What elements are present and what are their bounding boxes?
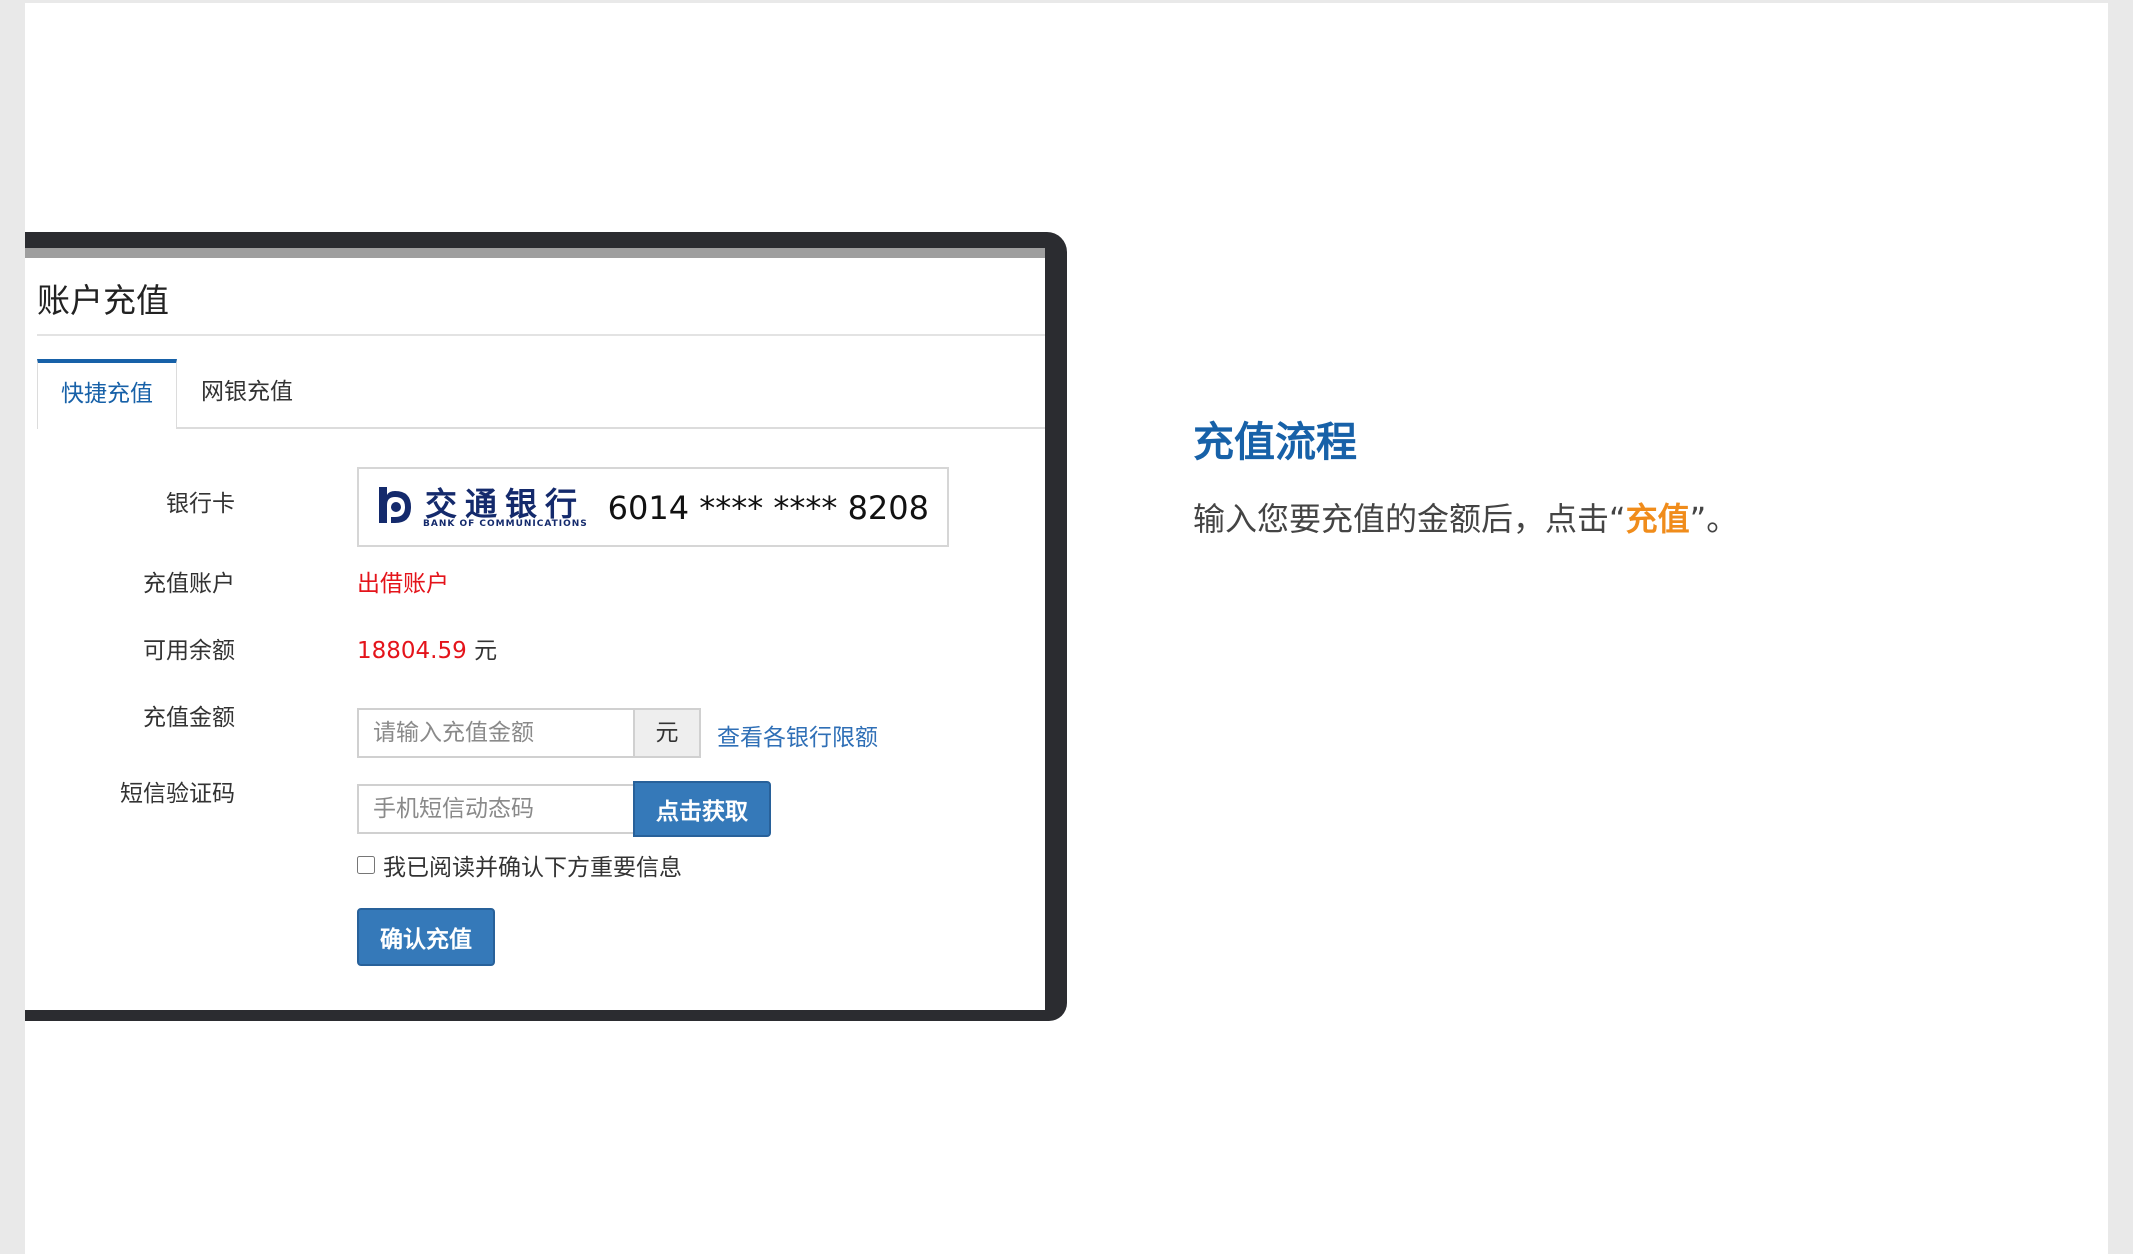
sms-code-input[interactable] [357, 784, 633, 834]
agreement-row: 我已阅读并确认下方重要信息 [357, 850, 682, 881]
process-description-end: ”。 [1689, 500, 1739, 538]
amount-input[interactable] [357, 708, 633, 758]
amount-label: 充值金额 [143, 705, 235, 731]
balance-label: 可用余额 [143, 638, 235, 664]
confirm-recharge-button[interactable]: 确认充值 [357, 908, 495, 966]
tab-quick-recharge[interactable]: 快捷充值 [37, 359, 177, 429]
process-description: 输入您要充值的金额后，点击“充值”。 [1193, 494, 1738, 540]
bank-of-communications-logo-icon [379, 487, 411, 523]
card-number: 6014 **** **** 8208 [607, 489, 929, 527]
balance-unit: 元 [474, 638, 498, 664]
bank-card-label: 银行卡 [166, 491, 235, 517]
process-description-start: 输入您要充值的金额后，点击“ [1193, 500, 1626, 538]
title-divider [37, 334, 1045, 336]
agreement-checkbox[interactable] [357, 856, 375, 874]
page-title: 账户充值 [37, 281, 169, 320]
account-label: 充值账户 [143, 571, 235, 597]
sms-code-label: 短信验证码 [120, 781, 235, 807]
bank-limit-link[interactable]: 查看各银行限额 [717, 718, 878, 752]
get-sms-code-button[interactable]: 点击获取 [633, 781, 771, 837]
bank-card-display[interactable]: 交通银行 BANK OF COMMUNICATIONS 6014 **** **… [357, 467, 949, 547]
tab-online-banking[interactable]: 网银充值 [177, 359, 317, 427]
recharge-screen: 账户充值 快捷充值 网银充值 银行卡 交通银行 BANK OF COMMUNIC… [25, 248, 1045, 1010]
balance-value: 18804.59 [357, 638, 467, 664]
agreement-text: 我已阅读并确认下方重要信息 [383, 855, 682, 881]
process-title: 充值流程 [1193, 418, 1357, 466]
amount-unit-addon: 元 [633, 708, 701, 758]
process-highlight: 充值 [1625, 500, 1690, 538]
balance-amount: 18804.59 元 [357, 631, 497, 665]
account-value: 出借账户 [357, 571, 449, 597]
tab-bar: 快捷充值 网银充值 [37, 359, 1045, 429]
bank-name-english: BANK OF COMMUNICATIONS [423, 519, 588, 529]
